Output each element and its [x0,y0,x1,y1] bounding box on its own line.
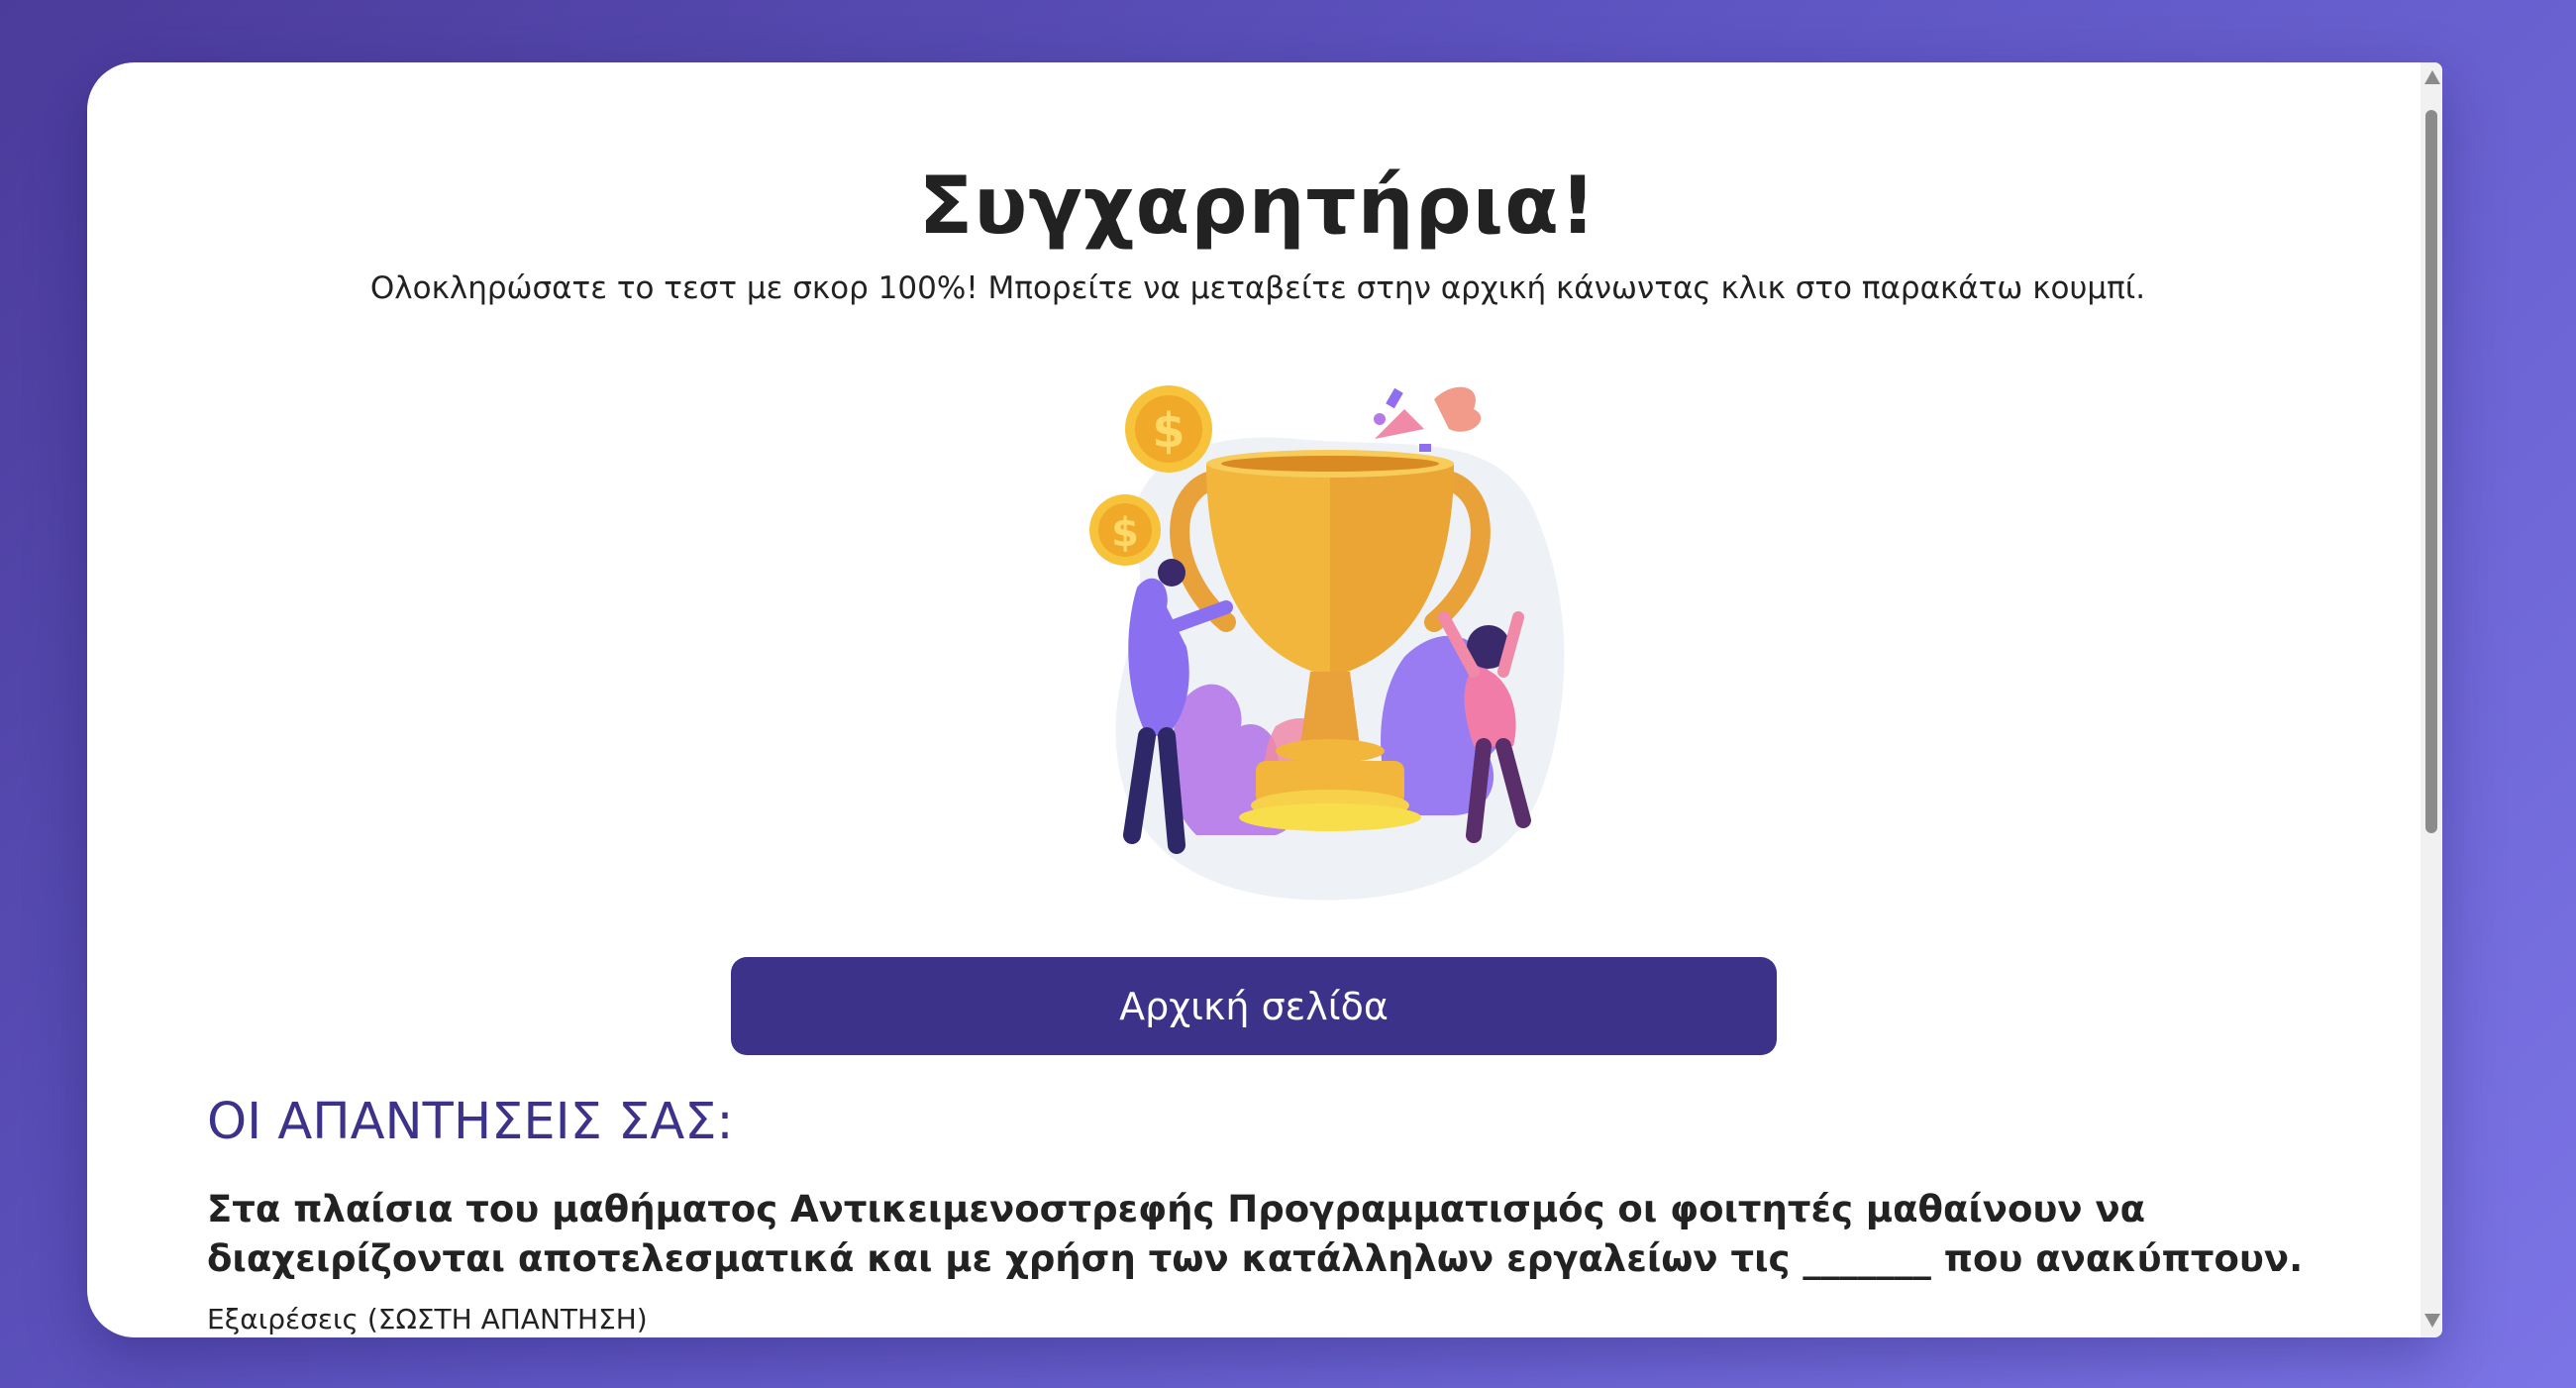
vertical-scrollbar[interactable] [2421,62,2442,1337]
coin-large: $ [1125,385,1212,473]
answer-text: Εξαιρέσεις (ΣΩΣΤΗ ΑΠΑΝΤΗΣΗ) [207,1303,648,1335]
scroll-up-arrow-icon[interactable] [2424,70,2440,84]
results-card: Συγχαρητήρια! Ολοκληρώσατε το τεστ με σκ… [87,62,2442,1337]
svg-text:$: $ [1152,403,1185,459]
scroll-down-arrow-icon[interactable] [2424,1314,2440,1328]
coin-small: $ [1089,494,1161,566]
trophy-stem [1300,672,1360,746]
score-message: Ολοκληρώσατε το τεστ με σκορ 100%! Μπορε… [369,270,2146,306]
home-button[interactable]: Αρχική σελίδα [731,957,1777,1055]
results-content: Συγχαρητήρια! Ολοκληρώσατε το τεστ με σκ… [87,62,2428,1337]
svg-text:$: $ [1111,510,1139,556]
answers-heading: ΟΙ ΑΠΑΝΤΗΣΕΙΣ ΣΑΣ: [207,1093,734,1151]
question-text: Στα πλαίσια του μαθήματος Αντικειμενοστρ… [207,1188,2304,1280]
trophy-illustration: $ $ [1089,385,1565,901]
page-title: Συγχαρητήρια! [918,160,1597,252]
scroll-thumb[interactable] [2425,110,2437,833]
